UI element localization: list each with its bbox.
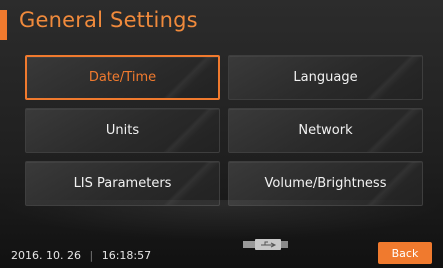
settings-menu-grid: Date/Time Language Units Network LIS Par…	[25, 55, 423, 207]
header-accent-bar	[0, 10, 7, 40]
page-title: General Settings	[19, 8, 198, 32]
usb-drive-icon	[243, 239, 288, 250]
date-time-separator: |	[89, 249, 94, 262]
settings-screen: General Settings Date/Time Language Unit…	[0, 0, 443, 268]
status-bar: 2016. 10. 26 | 16:18:57 Back	[0, 236, 443, 268]
floor-reflection	[0, 200, 443, 240]
language-button[interactable]: Language	[228, 55, 423, 100]
date-time-button[interactable]: Date/Time	[25, 55, 220, 100]
back-button[interactable]: Back	[378, 242, 432, 264]
time-text: 16:18:57	[101, 249, 152, 262]
date-text: 2016. 10. 26	[11, 249, 81, 262]
units-button[interactable]: Units	[25, 108, 220, 153]
date-time-display: 2016. 10. 26 | 16:18:57	[11, 249, 151, 262]
network-button[interactable]: Network	[228, 108, 423, 153]
